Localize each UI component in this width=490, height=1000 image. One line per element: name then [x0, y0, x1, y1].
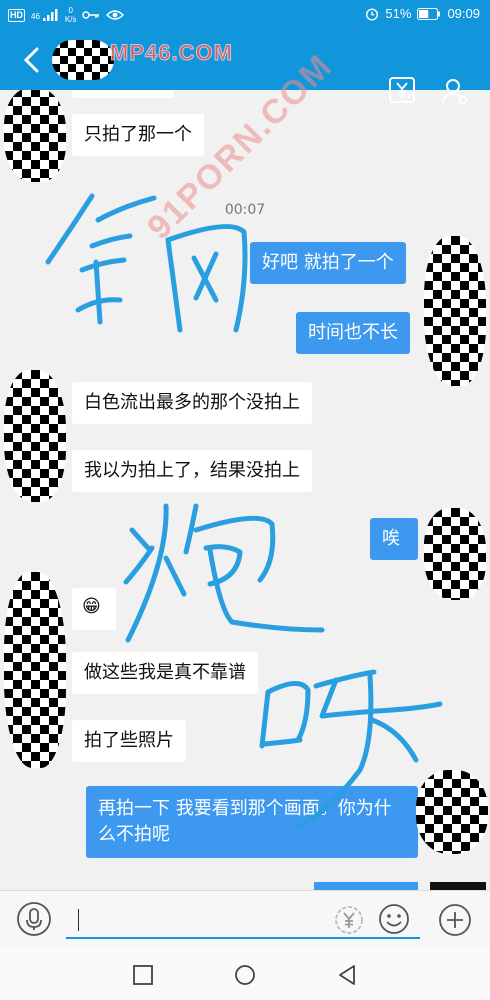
clock-time: 09:09 [447, 6, 480, 21]
signal-bars-icon [42, 9, 58, 21]
square-nav-icon[interactable] [132, 964, 154, 986]
battery-icon [417, 7, 441, 20]
partial-message-bubble [314, 882, 418, 890]
message-in[interactable]: 白色流出最多的那个没拍上 [72, 382, 312, 424]
circle-nav-icon[interactable] [234, 964, 256, 986]
timestamp: 00:07 [224, 202, 266, 218]
avatar[interactable] [4, 572, 66, 768]
message-in[interactable]: 做这些我是真不靠谱 [72, 652, 258, 694]
back-arrow-icon[interactable] [20, 46, 44, 74]
message-out[interactable]: 再拍一下 我要看到那个画面。你为什么不拍呢 [86, 786, 418, 858]
message-in[interactable]: 我以为拍上了，结果没拍上 [72, 450, 312, 492]
mic-icon[interactable] [16, 901, 52, 937]
message-out[interactable]: 唉 [370, 518, 418, 560]
plus-icon[interactable] [438, 903, 472, 937]
key-icon [82, 11, 100, 19]
avatar[interactable] [424, 508, 486, 600]
triangle-back-nav-icon[interactable] [336, 964, 358, 986]
partial-image-thumbnail [430, 882, 486, 890]
partial-message-bubble [72, 90, 174, 98]
message-out[interactable]: 时间也不长 [296, 312, 410, 354]
hd-badge: HD [8, 8, 25, 22]
message-in[interactable]: 只拍了那一个 [72, 114, 204, 156]
system-nav-bar [0, 950, 490, 1000]
smiley-icon[interactable] [378, 903, 410, 935]
contact-name-redaction [52, 40, 114, 80]
yen-icon[interactable] [334, 905, 364, 935]
avatar[interactable] [4, 370, 66, 502]
text-cursor [78, 909, 79, 931]
chat-messages[interactable]: 只拍了那一个 00:07 好吧 就拍了一个 时间也不长 白色流出最多的那个没拍上… [0, 90, 490, 890]
avatar[interactable] [424, 236, 486, 386]
message-in-emoji[interactable]: 😁 [72, 588, 116, 630]
eye-icon [106, 10, 125, 20]
message-input-bar [0, 890, 490, 951]
net-speed: 0 K/s [64, 6, 77, 24]
avatar[interactable] [416, 770, 488, 854]
alarm-icon [366, 7, 379, 21]
battery-percent: 51% [385, 6, 412, 21]
watermark-top: MP46.COM [110, 40, 233, 66]
message-input[interactable] [66, 903, 420, 939]
status-bar: HD 46 0 K/s 51% 09:09 [0, 0, 490, 30]
message-out[interactable]: 好吧 就拍了一个 [250, 242, 406, 284]
message-in[interactable]: 拍了些照片 [72, 720, 186, 762]
signal-indicator: 46 [31, 9, 59, 21]
avatar[interactable] [4, 90, 66, 182]
chat-header [0, 30, 490, 105]
